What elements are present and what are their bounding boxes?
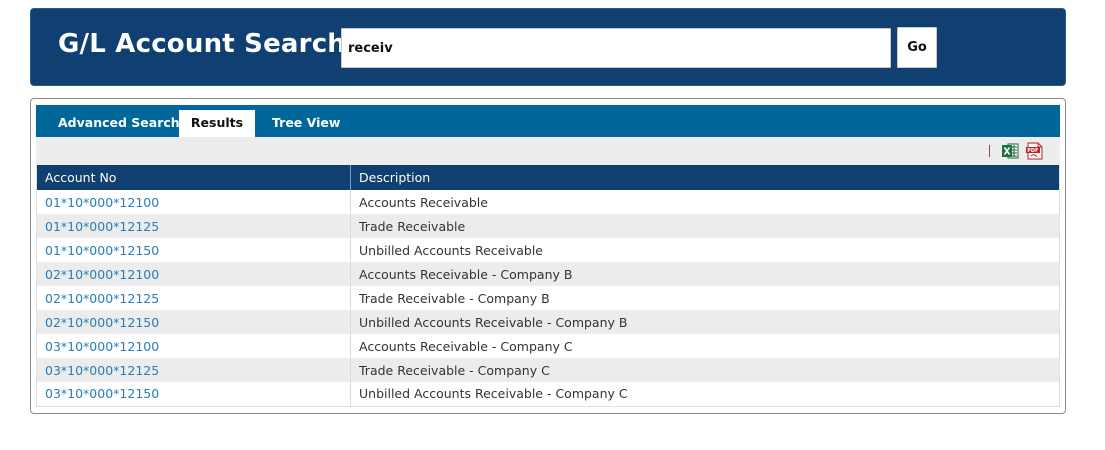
account-no-link[interactable]: 02*10*000*12125 xyxy=(45,291,159,306)
tab-bar: Advanced Search Results Tree View xyxy=(36,105,1060,137)
results-table: Account No Description 01*10*000*12100 A… xyxy=(36,165,1060,407)
description-cell: Accounts Receivable - Company C xyxy=(359,338,573,354)
page-title: G/L Account Search xyxy=(58,29,347,59)
account-no-cell: 03*10*000*12125 xyxy=(36,358,351,382)
account-no-cell: 03*10*000*12100 xyxy=(36,334,351,358)
account-no-link[interactable]: 03*10*000*12100 xyxy=(45,339,159,354)
column-header-description[interactable]: Description xyxy=(350,165,1060,190)
description-cell: Accounts Receivable xyxy=(359,194,488,210)
svg-text:PDF: PDF xyxy=(1027,148,1038,154)
description-cell: Unbilled Accounts Receivable xyxy=(359,242,543,258)
table-row: 02*10*000*12150 Unbilled Accounts Receiv… xyxy=(36,310,1060,334)
account-no-link[interactable]: 01*10*000*12150 xyxy=(45,243,159,258)
go-button[interactable]: Go xyxy=(897,27,937,68)
table-row: 01*10*000*12125 Trade Receivable xyxy=(36,214,1060,238)
description-cell: Trade Receivable xyxy=(350,214,1060,238)
account-no-link[interactable]: 01*10*000*12125 xyxy=(45,219,159,234)
table-row: 01*10*000*12150 Unbilled Accounts Receiv… xyxy=(36,238,1060,262)
account-no-cell: 01*10*000*12150 xyxy=(36,238,351,262)
table-header-row: Account No Description xyxy=(36,165,1060,190)
account-no-link[interactable]: 02*10*000*12150 xyxy=(45,315,159,330)
column-header-account-no[interactable]: Account No xyxy=(36,165,351,190)
account-no-cell: 02*10*000*12150 xyxy=(36,310,351,334)
description-cell: Trade Receivable - Company B xyxy=(359,290,550,306)
account-no-cell: 01*10*000*12125 xyxy=(36,214,351,238)
results-panel: Advanced Search Results Tree View PDF Ac… xyxy=(30,98,1066,414)
table-row: 02*10*000*12125 Trade Receivable - Compa… xyxy=(36,286,1060,310)
account-no-link[interactable]: 01*10*000*12100 xyxy=(45,195,159,210)
description-cell: Trade Receivable - Company C xyxy=(350,358,1060,382)
table-row: 02*10*000*12100 Accounts Receivable - Co… xyxy=(36,262,1060,286)
description-cell: Accounts Receivable - Company B xyxy=(350,262,1060,286)
account-no-link[interactable]: 03*10*000*12125 xyxy=(45,363,159,378)
export-toolbar: PDF xyxy=(36,137,1060,165)
description-cell: Unbilled Accounts Receivable - Company B xyxy=(350,310,1060,334)
table-row: 01*10*000*12100 Accounts Receivable xyxy=(36,190,1060,214)
account-no-cell: 02*10*000*12100 xyxy=(36,262,351,286)
table-row: 03*10*000*12150 Unbilled Accounts Receiv… xyxy=(36,382,1060,406)
tab-results[interactable]: Results xyxy=(179,110,255,137)
table-row: 03*10*000*12125 Trade Receivable - Compa… xyxy=(36,358,1060,382)
description-cell: Unbilled Accounts Receivable - Company C xyxy=(359,386,628,402)
account-no-link[interactable]: 03*10*000*12150 xyxy=(45,386,159,401)
search-input[interactable] xyxy=(341,28,891,68)
account-no-cell: 01*10*000*12100 xyxy=(36,190,351,214)
toolbar-divider xyxy=(989,145,990,157)
excel-icon[interactable] xyxy=(1002,143,1019,159)
account-no-cell: 02*10*000*12125 xyxy=(36,286,351,310)
search-header: G/L Account Search Go xyxy=(30,8,1066,86)
pdf-icon[interactable]: PDF xyxy=(1026,142,1043,160)
account-no-cell: 03*10*000*12150 xyxy=(36,382,351,406)
tab-advanced-search[interactable]: Advanced Search xyxy=(42,110,196,137)
tab-tree-view[interactable]: Tree View xyxy=(256,110,356,137)
table-row: 03*10*000*12100 Accounts Receivable - Co… xyxy=(36,334,1060,358)
account-no-link[interactable]: 02*10*000*12100 xyxy=(45,267,159,282)
